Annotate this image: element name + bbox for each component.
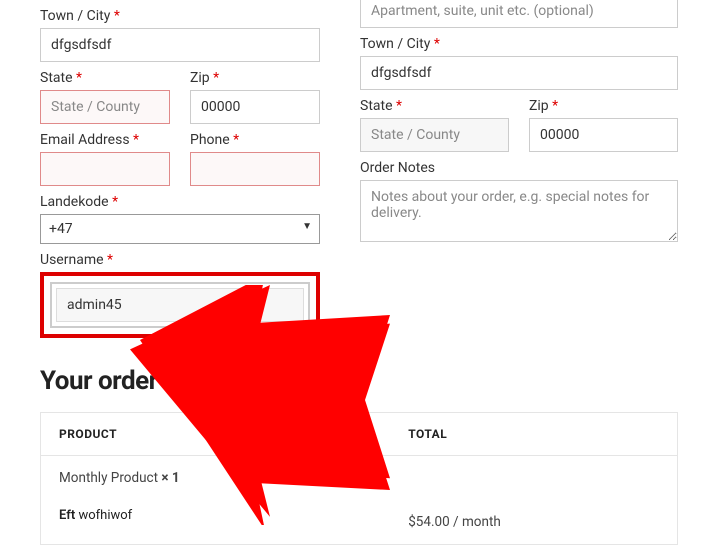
ship-zip-label: Zip * (529, 98, 678, 114)
order-header-row: PRODUCT TOTAL (41, 413, 678, 456)
price-cell: $54.00 / month (390, 500, 677, 545)
ship-state-input[interactable] (360, 118, 509, 152)
product-sub-cell: Eft wofhiwof (41, 500, 391, 545)
ship-town-city-input[interactable] (360, 56, 678, 90)
town-city-input[interactable] (40, 28, 320, 62)
ship-town-city-label: Town / City * (360, 36, 678, 52)
your-order-heading: Your order (40, 366, 320, 396)
phone-input[interactable] (190, 152, 320, 186)
state-input[interactable] (40, 90, 170, 124)
landekode-select[interactable]: +47 (40, 214, 320, 244)
username-highlight-box (40, 272, 320, 338)
col-product: PRODUCT (41, 413, 391, 456)
shipping-form-right: Town / City * State * Zip * Order Notes (360, 0, 678, 412)
ship-state-label: State * (360, 98, 509, 114)
state-label: State * (40, 70, 170, 86)
landekode-label: Landekode * (40, 194, 320, 210)
username-label: Username * (40, 252, 320, 268)
ship-zip-input[interactable] (529, 118, 678, 152)
zip-label: Zip * (190, 70, 320, 86)
username-input[interactable] (56, 288, 304, 322)
town-city-label: Town / City * (40, 8, 320, 24)
order-notes-textarea[interactable] (360, 180, 678, 242)
order-notes-label: Order Notes (360, 160, 678, 176)
phone-label: Phone * (190, 132, 320, 148)
email-input[interactable] (40, 152, 170, 186)
zip-input[interactable] (190, 90, 320, 124)
order-line-1: Monthly Product × 1 (41, 456, 678, 501)
apartment-input[interactable] (360, 0, 678, 28)
order-summary: PRODUCT TOTAL Monthly Product × 1 Eft wo… (40, 412, 678, 545)
order-line-2: Eft wofhiwof $54.00 / month (41, 500, 678, 545)
billing-form-left: Town / City * State * Zip * Email Addres… (40, 0, 320, 412)
product-name-cell: Monthly Product × 1 (41, 456, 391, 501)
col-total: TOTAL (390, 413, 677, 456)
email-label: Email Address * (40, 132, 170, 148)
